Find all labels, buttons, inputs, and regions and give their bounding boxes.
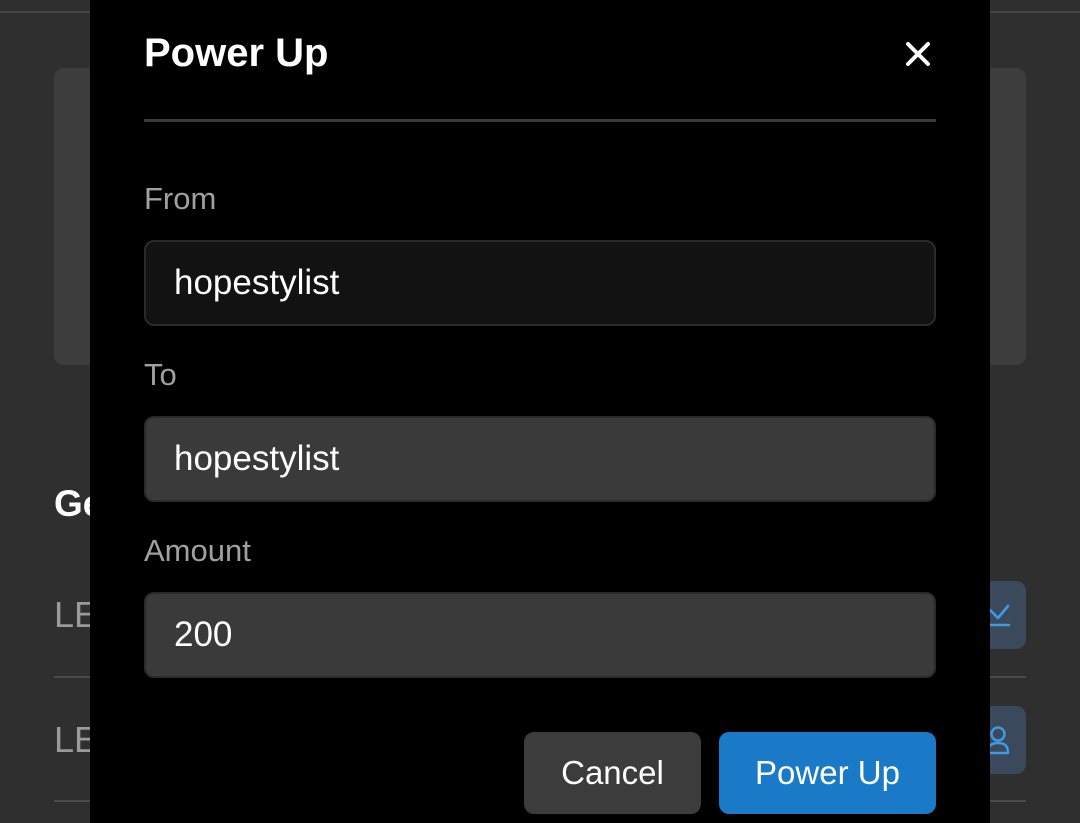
cancel-button[interactable]: Cancel xyxy=(524,732,701,814)
download-icon xyxy=(988,602,1010,628)
from-input[interactable] xyxy=(144,240,936,326)
dialog-title: Power Up xyxy=(144,31,329,75)
page: Ge LE LE Power Up From hopestylist To ho… xyxy=(0,0,1080,823)
close-button[interactable] xyxy=(898,36,938,76)
close-icon xyxy=(905,41,931,72)
power-up-button[interactable]: Power Up xyxy=(719,732,936,814)
dialog-header-divider xyxy=(144,119,936,122)
to-label: To xyxy=(144,357,177,392)
amount-label: Amount xyxy=(144,533,251,568)
amount-input[interactable] xyxy=(144,592,936,678)
power-up-dialog: Power Up From To Amount Cancel Power Up xyxy=(90,0,990,823)
from-label: From xyxy=(144,181,217,216)
to-input[interactable] xyxy=(144,416,936,502)
